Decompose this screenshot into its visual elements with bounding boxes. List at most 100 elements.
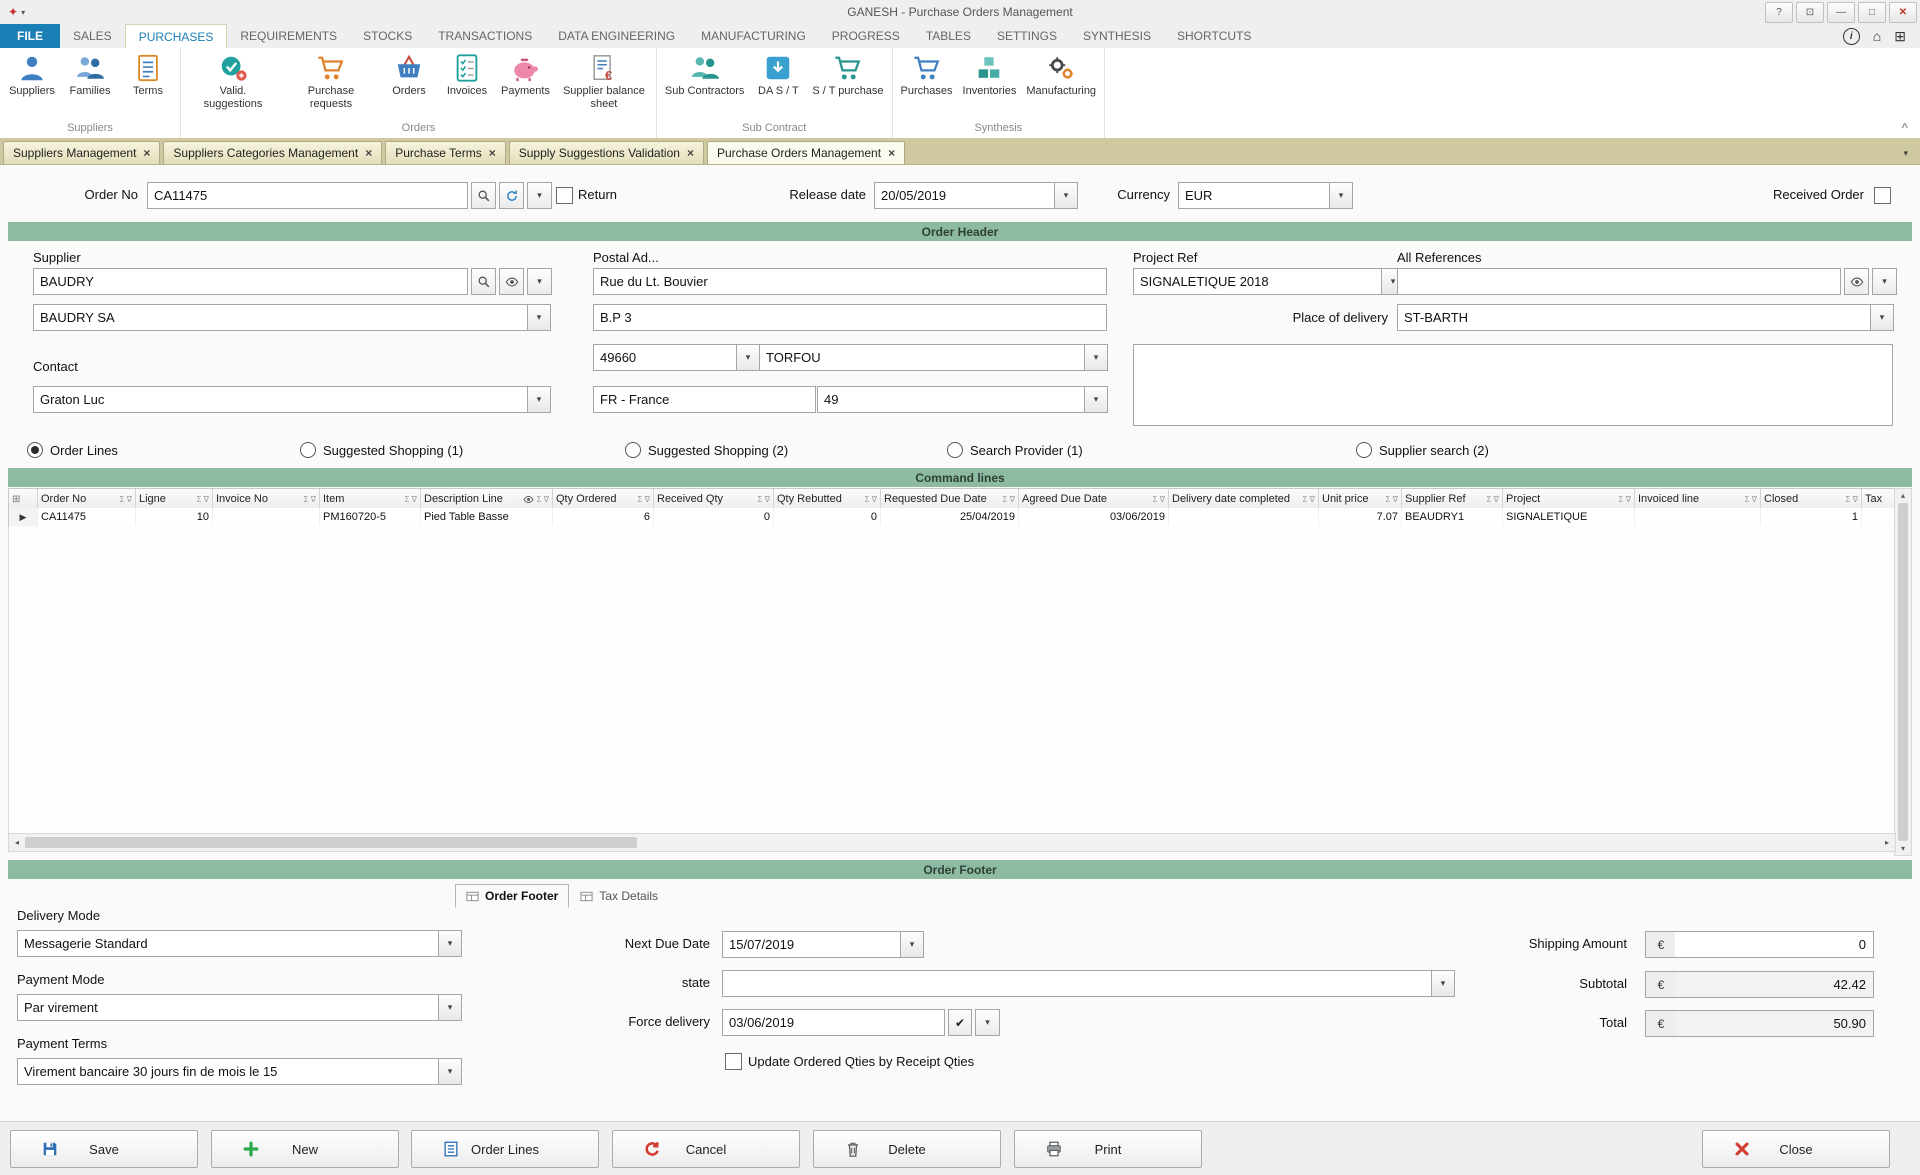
sort-filter-icons[interactable]: Σ ∇ — [119, 495, 132, 504]
grid-cell[interactable]: 03/06/2019 — [1019, 508, 1169, 526]
column-header[interactable]: Invoice NoΣ ∇ — [213, 489, 320, 509]
ribbon-sub-contractors-button[interactable]: Sub Contractors — [660, 51, 749, 100]
sort-filter-icons[interactable]: Σ ∇ — [1302, 495, 1315, 504]
view-option-supplier-search-2[interactable]: Supplier search (2) — [1356, 442, 1489, 458]
column-header[interactable]: Requested Due DateΣ ∇ — [881, 489, 1019, 509]
address-line2-input[interactable]: B.P 3 — [593, 304, 1107, 331]
sort-filter-icons[interactable]: Σ ∇ — [536, 495, 549, 504]
order-refresh-button[interactable] — [499, 182, 524, 209]
department-dropdown-button[interactable]: ▾ — [1085, 386, 1108, 413]
ribbon-orders-button[interactable]: Orders — [380, 51, 438, 100]
menu-tab-stocks[interactable]: STOCKS — [350, 24, 425, 48]
eye-icon[interactable] — [523, 494, 534, 505]
ribbon-valid-suggestions-button[interactable]: Valid. suggestions — [184, 51, 282, 112]
ribbon-suppliers-button[interactable]: Suppliers — [3, 51, 61, 100]
grid-cell[interactable]: 7.07 — [1319, 508, 1402, 526]
cancel-button[interactable]: Cancel — [612, 1130, 800, 1168]
all-references-input[interactable] — [1397, 268, 1841, 295]
payment-terms-dropdown-button[interactable]: ▾ — [439, 1058, 462, 1085]
sort-filter-icons[interactable]: Σ ∇ — [1152, 495, 1165, 504]
supplier-name-dropdown-button[interactable]: ▾ — [528, 304, 551, 331]
tab-close-icon[interactable]: × — [365, 146, 372, 160]
project-ref-input[interactable]: SIGNALETIQUE 2018 — [1133, 268, 1382, 295]
grid-cell[interactable]: 0 — [774, 508, 881, 526]
supplier-search-button[interactable] — [471, 268, 496, 295]
tab-order-footer[interactable]: Order Footer — [455, 884, 569, 908]
menu-tab-synthesis[interactable]: SYNTHESIS — [1070, 24, 1164, 48]
payment-mode-dropdown-button[interactable]: ▾ — [439, 994, 462, 1021]
tab-close-icon[interactable]: × — [489, 146, 496, 160]
grid-cell[interactable]: Pied Table Basse — [421, 508, 553, 526]
grid-body[interactable] — [8, 526, 1896, 834]
tab-close-icon[interactable]: × — [143, 146, 150, 160]
window-style-button[interactable]: ⊡ — [1796, 2, 1824, 23]
view-option-suggested-shopping-1[interactable]: Suggested Shopping (1) — [300, 442, 463, 458]
ribbon-purchase-requests-button[interactable]: Purchase requests — [282, 51, 380, 112]
state-input[interactable] — [722, 970, 1432, 997]
column-header[interactable]: Delivery date completedΣ ∇ — [1169, 489, 1319, 509]
currency-input[interactable]: EUR — [1178, 182, 1330, 209]
ribbon-collapse-icon[interactable]: ^ — [1902, 122, 1908, 134]
country-input[interactable]: FR - France — [593, 386, 816, 413]
column-header[interactable]: ClosedΣ ∇ — [1761, 489, 1862, 509]
force-delivery-input[interactable]: 03/06/2019 — [722, 1009, 945, 1036]
scroll-right-icon[interactable]: ▸ — [1879, 838, 1895, 847]
menu-tab-purchases[interactable]: PURCHASES — [125, 24, 228, 48]
print-button[interactable]: Print — [1014, 1130, 1202, 1168]
menu-tab-manufacturing[interactable]: MANUFACTURING — [688, 24, 819, 48]
order-no-dropdown-button[interactable]: ▾ — [527, 182, 552, 209]
grid-cell[interactable] — [1169, 508, 1319, 526]
release-date-dropdown-button[interactable]: ▾ — [1055, 182, 1078, 209]
menu-tab-transactions[interactable]: TRANSACTIONS — [425, 24, 545, 48]
grid-cell[interactable]: CA11475 — [38, 508, 136, 526]
column-header[interactable]: Order NoΣ ∇ — [38, 489, 136, 509]
delivery-mode-input[interactable]: Messagerie Standard — [17, 930, 439, 957]
sort-filter-icons[interactable]: Σ ∇ — [1845, 495, 1858, 504]
menu-tab-sales[interactable]: SALES — [60, 24, 125, 48]
update-qties-checkbox[interactable] — [725, 1053, 742, 1070]
grid-cell[interactable]: 0 — [654, 508, 774, 526]
delivery-notes-box[interactable] — [1133, 344, 1893, 426]
scroll-down-icon[interactable]: ▾ — [1901, 844, 1905, 853]
doc-tab-suppliers-management[interactable]: Suppliers Management × — [3, 141, 160, 164]
supplier-view-button[interactable] — [499, 268, 524, 295]
payment-mode-input[interactable]: Par virement — [17, 994, 439, 1021]
column-header[interactable]: LigneΣ ∇ — [136, 489, 213, 509]
doc-tab-purchase-orders-management[interactable]: Purchase Orders Management × — [707, 141, 905, 164]
view-option-suggested-shopping-2[interactable]: Suggested Shopping (2) — [625, 442, 788, 458]
ribbon-terms-button[interactable]: Terms — [119, 51, 177, 100]
menu-tab-shortcuts[interactable]: SHORTCUTS — [1164, 24, 1264, 48]
ribbon-inventories-button[interactable]: Inventories — [958, 51, 1022, 100]
postcode-input[interactable]: 49660 — [593, 344, 737, 371]
column-header[interactable]: Invoiced lineΣ ∇ — [1635, 489, 1761, 509]
shipping-amount-input[interactable]: 0 — [1675, 931, 1874, 958]
grid-cell[interactable] — [213, 508, 320, 526]
menu-tab-tables[interactable]: TABLES — [913, 24, 984, 48]
view-option-order-lines[interactable]: Order Lines — [27, 442, 118, 458]
info-icon[interactable]: i — [1843, 28, 1860, 45]
place-of-delivery-input[interactable]: ST-BARTH — [1397, 304, 1871, 331]
maximize-button[interactable]: □ — [1858, 2, 1886, 23]
sort-filter-icons[interactable]: Σ ∇ — [1618, 495, 1631, 504]
sort-filter-icons[interactable]: Σ ∇ — [864, 495, 877, 504]
payment-terms-input[interactable]: Virement bancaire 30 jours fin de mois l… — [17, 1058, 439, 1085]
tab-close-icon[interactable]: × — [687, 146, 694, 160]
doc-tab-purchase-terms[interactable]: Purchase Terms × — [385, 141, 506, 164]
scroll-thumb[interactable] — [25, 837, 637, 848]
city-dropdown-button[interactable]: ▾ — [1085, 344, 1108, 371]
grid-cell[interactable]: 10 — [136, 508, 213, 526]
return-checkbox[interactable] — [556, 187, 573, 204]
received-order-checkbox[interactable] — [1874, 187, 1891, 204]
column-header[interactable]: Qty OrderedΣ ∇ — [553, 489, 654, 509]
ribbon-supplier-balance-sheet-button[interactable]: € Supplier balance sheet — [555, 51, 653, 112]
horizontal-scrollbar[interactable]: ◂ ▸ — [8, 833, 1896, 852]
delivery-mode-dropdown-button[interactable]: ▾ — [439, 930, 462, 957]
ribbon-purchases-button[interactable]: Purchases — [896, 51, 958, 100]
state-dropdown-button[interactable]: ▾ — [1432, 970, 1455, 997]
place-of-delivery-dropdown-button[interactable]: ▾ — [1871, 304, 1894, 331]
postcode-dropdown-button[interactable]: ▾ — [737, 344, 760, 371]
quick-access-dropdown-icon[interactable]: ▾ — [21, 8, 25, 17]
scroll-thumb[interactable] — [1898, 503, 1908, 841]
grid-row[interactable]: ▶ CA11475 10 PM160720-5 Pied Table Basse… — [8, 508, 1896, 527]
order-no-input[interactable]: CA11475 — [147, 182, 468, 209]
